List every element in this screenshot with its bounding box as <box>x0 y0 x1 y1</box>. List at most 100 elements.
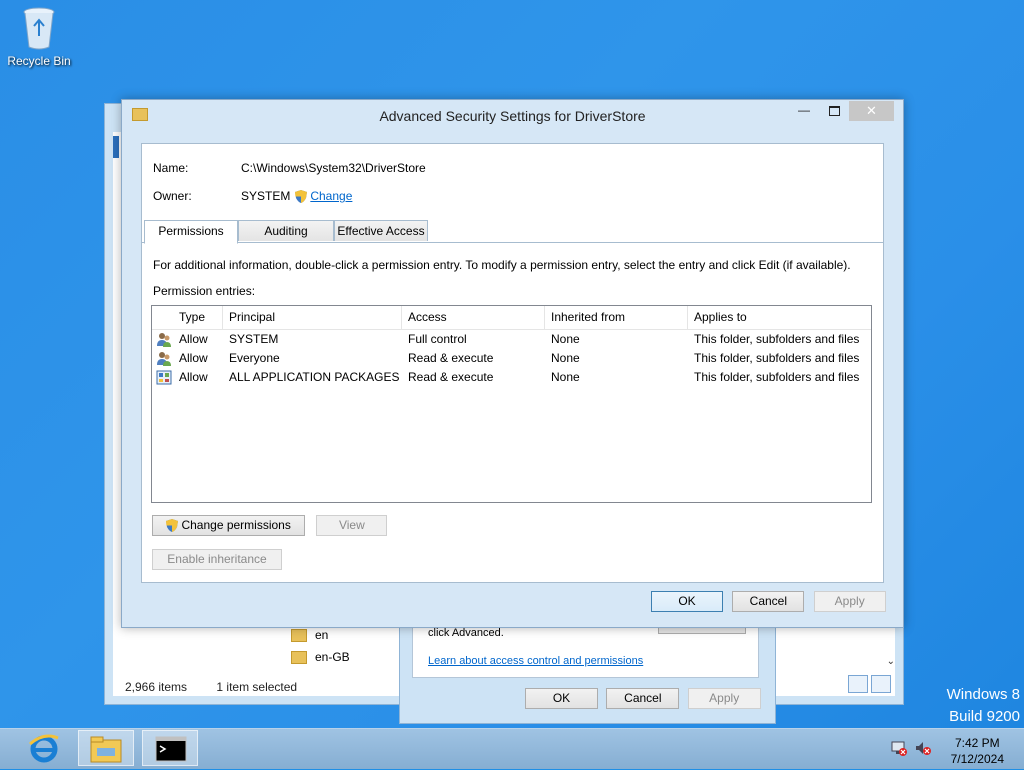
column-inherited-from[interactable]: Inherited from <box>545 306 688 329</box>
cancel-button[interactable]: Cancel <box>732 591 805 612</box>
learn-more-link[interactable]: Learn about access control and permissio… <box>428 655 643 667</box>
watermark-line: Windows 8 <box>946 686 1020 703</box>
explorer-status-bar: 2,966 items 1 item selected <box>125 680 323 694</box>
cancel-button[interactable]: Cancel <box>606 688 680 709</box>
change-permissions-button[interactable]: Change permissions <box>152 515 305 536</box>
apply-button[interactable]: Apply <box>813 591 886 612</box>
security-panel: click Advanced. Learn about access contr… <box>412 621 759 678</box>
network-icon[interactable] <box>890 740 908 756</box>
command-prompt-icon <box>155 736 187 762</box>
explorer-nav-selection <box>113 136 119 158</box>
details-view-icon[interactable] <box>848 675 868 693</box>
owner-label: Owner: <box>153 189 192 203</box>
row-access: Read & execute <box>408 351 494 365</box>
folder-name: en-GB <box>315 650 350 664</box>
tab-effective-access[interactable]: Effective Access <box>334 220 428 241</box>
title-bar[interactable]: Advanced Security Settings for DriverSto… <box>122 100 903 130</box>
owner-value: SYSTEM <box>241 189 291 203</box>
row-type: Allow <box>179 351 208 365</box>
recycle-bin-shortcut[interactable]: Recycle Bin <box>4 6 74 68</box>
close-button[interactable]: ✕ <box>849 101 894 121</box>
system-clock[interactable]: 7:42 PM 7/12/2024 <box>951 735 1004 767</box>
properties-buttons: OK Cancel Apply <box>525 688 761 709</box>
recycle-bin-label: Recycle Bin <box>7 54 71 68</box>
selection-count: 1 item selected <box>216 680 298 694</box>
view-button[interactable]: View <box>316 515 388 536</box>
large-icons-view-icon[interactable] <box>871 675 891 693</box>
advanced-security-dialog: Advanced Security Settings for DriverSto… <box>121 99 904 628</box>
folder-icon <box>291 629 307 643</box>
table-row[interactable]: Allow Everyone Read & execute None This … <box>152 349 871 368</box>
folder-item[interactable]: en <box>291 628 329 643</box>
os-build-watermark: Windows 8 Build 9200 <box>947 684 1020 728</box>
users-icon <box>157 352 171 366</box>
table-row[interactable]: Allow ALL APPLICATION PACKAGES Read & ex… <box>152 368 871 387</box>
owner-change[interactable]: Change <box>295 189 352 204</box>
change-owner-link[interactable]: Change <box>310 189 352 203</box>
permission-entries-list[interactable]: Type Principal Access Inherited from App… <box>151 305 872 503</box>
permission-entries-label: Permission entries: <box>153 284 256 298</box>
dialog-title: Advanced Security Settings for DriverSto… <box>379 108 646 124</box>
clock-date: 7/12/2024 <box>950 752 1004 766</box>
column-type[interactable]: Type <box>173 306 223 329</box>
tab-auditing[interactable]: Auditing <box>238 220 334 241</box>
column-applies-to[interactable]: Applies to <box>688 306 871 329</box>
row-applies-to: This folder, subfolders and files <box>694 351 860 365</box>
name-value: C:\Windows\System32\DriverStore <box>241 161 426 175</box>
name-label: Name: <box>153 161 189 175</box>
info-text: For additional information, double-click… <box>153 258 851 272</box>
uac-shield-icon <box>166 519 179 533</box>
dialog-content: Name: C:\Windows\System32\DriverStore Ow… <box>141 143 884 583</box>
table-row[interactable]: Allow SYSTEM Full control None This fold… <box>152 330 871 349</box>
watermark-line: Build 9200 <box>949 708 1020 725</box>
users-icon <box>157 333 171 347</box>
list-header: Type Principal Access Inherited from App… <box>152 306 871 330</box>
column-access[interactable]: Access <box>402 306 545 329</box>
row-inherited-from: None <box>551 332 580 346</box>
properties-dialog: click Advanced. Learn about access contr… <box>399 620 776 724</box>
row-access: Full control <box>408 332 467 346</box>
volume-muted-icon[interactable] <box>914 740 932 756</box>
change-permissions-label: Change permissions <box>181 518 291 532</box>
maximize-button[interactable] <box>821 102 847 120</box>
apply-button[interactable]: Apply <box>687 688 761 709</box>
dialog-buttons: OK Cancel Apply <box>651 591 886 612</box>
row-principal: Everyone <box>229 351 280 365</box>
row-applies-to: This folder, subfolders and files <box>694 332 860 346</box>
tab-permissions[interactable]: Permissions <box>144 220 238 244</box>
ok-button[interactable]: OK <box>525 688 598 709</box>
view-toggle <box>845 675 891 696</box>
uac-shield-icon <box>295 190 307 204</box>
row-principal: SYSTEM <box>229 332 279 346</box>
file-explorer-icon <box>90 736 122 763</box>
ok-button[interactable]: OK <box>651 591 723 612</box>
row-inherited-from: None <box>551 370 580 384</box>
minimize-button[interactable]: — <box>791 102 817 120</box>
tab-strip: Permissions Auditing Effective Access <box>142 220 883 244</box>
taskbar: 7:42 PM 7/12/2024 <box>0 728 1024 769</box>
row-type: Allow <box>179 370 208 384</box>
folder-name: en <box>315 628 329 642</box>
file-explorer-button[interactable] <box>78 730 134 766</box>
folder-item[interactable]: en-GB <box>291 650 350 665</box>
row-inherited-from: None <box>551 351 580 365</box>
internet-explorer-icon <box>29 734 59 763</box>
recycle-bin-icon <box>22 6 56 50</box>
app-packages-icon <box>156 370 172 385</box>
clock-time: 7:42 PM <box>954 736 1000 750</box>
command-prompt-button[interactable] <box>142 730 198 766</box>
item-count: 2,966 items <box>125 680 188 694</box>
row-applies-to: This folder, subfolders and files <box>694 370 860 384</box>
close-icon: ✕ <box>866 103 877 118</box>
advanced-hint: click Advanced. <box>428 627 504 639</box>
folder-icon <box>291 651 307 665</box>
internet-explorer-button[interactable] <box>16 730 72 766</box>
enable-inheritance-button[interactable]: Enable inheritance <box>152 549 282 570</box>
column-principal[interactable]: Principal <box>223 306 402 329</box>
row-access: Read & execute <box>408 370 494 384</box>
row-principal: ALL APPLICATION PACKAGES <box>229 370 400 384</box>
maximize-icon <box>828 106 840 116</box>
row-type: Allow <box>179 332 208 346</box>
chevron-down-icon[interactable]: ⌄ <box>887 656 895 667</box>
change-permissions-button-wrap: Change permissions View <box>152 515 388 536</box>
